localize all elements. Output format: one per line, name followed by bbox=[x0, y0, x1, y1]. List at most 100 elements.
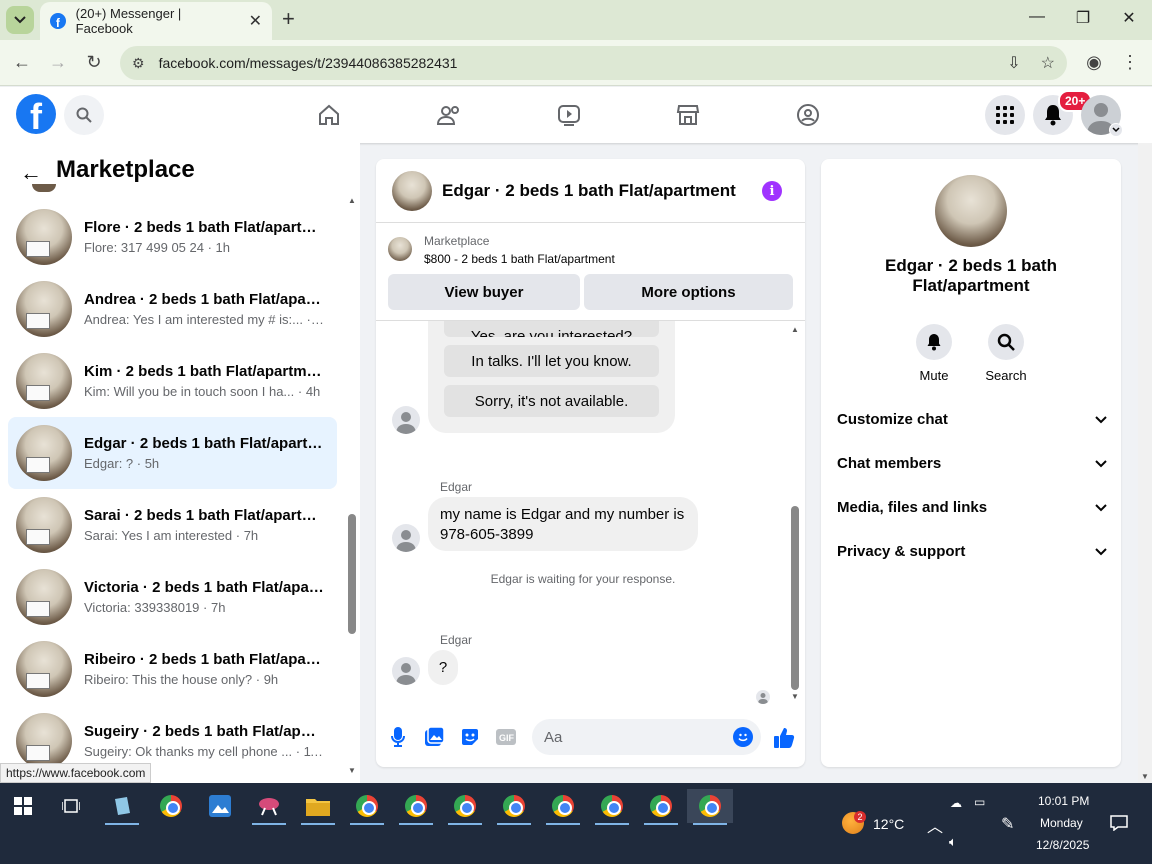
mute-button[interactable]: Mute bbox=[904, 324, 964, 383]
message-bubble[interactable]: ? bbox=[428, 650, 458, 685]
install-app-icon[interactable]: ⇩ bbox=[1007, 53, 1020, 73]
pen-icon[interactable]: ✎ bbox=[1001, 814, 1014, 834]
chat-scroll-thumb[interactable] bbox=[791, 506, 799, 690]
listing-thumbnail bbox=[388, 237, 412, 261]
voice-clip-button[interactable] bbox=[387, 726, 409, 748]
taskbar-app-file-explorer[interactable] bbox=[295, 789, 341, 825]
status-url: https://www.facebook.com bbox=[0, 763, 152, 783]
site-info-icon[interactable]: ⚙ bbox=[132, 55, 145, 72]
maximize-button[interactable]: ❐ bbox=[1068, 8, 1098, 28]
show-hidden-icons-chevron-icon[interactable]: ︿ bbox=[927, 813, 943, 837]
chat-scroll-up-icon[interactable]: ▲ bbox=[791, 325, 799, 334]
sidebar-scroll-thumb[interactable] bbox=[348, 514, 356, 634]
sender-avatar bbox=[392, 657, 420, 685]
new-tab-button[interactable]: + bbox=[282, 8, 295, 30]
close-window-button[interactable]: ✕ bbox=[1114, 8, 1144, 28]
sidebar-scrollbar[interactable]: ▲ ▼ bbox=[346, 196, 358, 776]
thread-item[interactable]: Victoria · 2 beds 1 bath Flat/apartment V… bbox=[8, 561, 337, 633]
taskbar-chrome-profile-7[interactable] bbox=[638, 789, 684, 825]
account-chevron-icon[interactable] bbox=[1109, 123, 1123, 137]
privacy-support-section[interactable]: Privacy & support bbox=[837, 543, 1107, 560]
notification-center-icon[interactable] bbox=[1110, 815, 1128, 836]
temperature[interactable]: 12°C bbox=[873, 816, 904, 832]
onedrive-icon[interactable]: ☁ bbox=[950, 796, 962, 810]
thread-item[interactable]: Edgar · 2 beds 1 bath Flat/apartment Edga… bbox=[8, 417, 337, 489]
marketplace-tab[interactable] bbox=[673, 100, 703, 130]
sticker-button[interactable] bbox=[459, 726, 481, 748]
profile-icon[interactable]: ◉ bbox=[1082, 52, 1106, 73]
media-files-links-section[interactable]: Media, files and links bbox=[837, 499, 1107, 516]
taskbar-chrome-profile-5[interactable] bbox=[540, 789, 586, 825]
taskbar-app-photos[interactable] bbox=[197, 789, 243, 823]
taskbar-chrome-profile-2[interactable] bbox=[393, 789, 439, 825]
quick-reply-in-talks[interactable]: In talks. I'll let you know. bbox=[444, 345, 659, 377]
quick-reply-not-available[interactable]: Sorry, it's not available. bbox=[444, 385, 659, 417]
thread-preview: Andrea: Yes I am interested my # is:... … bbox=[84, 312, 324, 327]
taskbar-chrome-profile-6[interactable] bbox=[589, 789, 635, 825]
taskbar-app-chrome[interactable] bbox=[148, 789, 194, 823]
browser-tab[interactable]: f (20+) Messenger | Facebook ✕ bbox=[40, 2, 272, 40]
back-arrow-icon[interactable]: ← bbox=[10, 52, 34, 73]
menu-button[interactable] bbox=[985, 95, 1025, 135]
image-icon bbox=[425, 727, 444, 746]
tab-search-button[interactable] bbox=[6, 6, 34, 34]
message-input[interactable]: Aa bbox=[532, 719, 761, 755]
chat-header[interactable]: Edgar · 2 beds 1 bath Flat/apartment bbox=[376, 159, 805, 223]
page-scrollbar[interactable]: ▼ bbox=[1138, 143, 1152, 783]
minimize-button[interactable]: — bbox=[1022, 8, 1052, 26]
listing-price[interactable]: $800 - 2 beds 1 bath Flat/apartment bbox=[424, 252, 615, 266]
gif-button[interactable]: GIF bbox=[495, 726, 517, 748]
taskbar-app-snipping[interactable] bbox=[246, 789, 292, 825]
chevron-down-icon bbox=[1095, 459, 1107, 467]
browser-menu-icon[interactable]: ⋮ bbox=[1118, 52, 1142, 73]
customize-chat-section[interactable]: Customize chat bbox=[837, 411, 1107, 428]
default-avatar-icon bbox=[396, 663, 416, 685]
quick-reply-interested[interactable]: Yes, are you interested? bbox=[444, 321, 659, 337]
friends-tab[interactable] bbox=[434, 100, 464, 130]
chat-avatar[interactable] bbox=[392, 170, 432, 211]
info-icon[interactable]: i bbox=[762, 181, 782, 201]
home-tab[interactable] bbox=[314, 100, 344, 130]
like-button[interactable] bbox=[772, 726, 796, 750]
view-buyer-button[interactable]: View buyer bbox=[388, 274, 580, 310]
thread-item[interactable]: Kim · 2 beds 1 bath Flat/apartment Kim: W… bbox=[8, 345, 337, 417]
taskbar-chrome-active[interactable] bbox=[687, 789, 733, 825]
default-avatar-icon bbox=[758, 693, 768, 704]
details-avatar[interactable] bbox=[935, 175, 1007, 247]
chat-title[interactable]: Edgar · 2 beds 1 bath Flat/apartment bbox=[442, 181, 736, 201]
thread-preview: Sugeiry: Ok thanks my cell phone ... · 1… bbox=[84, 744, 324, 759]
message-bubble[interactable]: my name is Edgar and my number is 978-60… bbox=[428, 497, 698, 551]
thread-item[interactable]: Andrea · 2 beds 1 bath Flat/apartment And… bbox=[8, 273, 337, 345]
clock-day[interactable]: Monday bbox=[1040, 816, 1083, 830]
bookmark-star-icon[interactable]: ☆ bbox=[1041, 53, 1055, 73]
chat-members-section[interactable]: Chat members bbox=[837, 455, 1107, 472]
taskbar-chrome-profile-4[interactable] bbox=[491, 789, 537, 825]
volume-icon[interactable]: 🔈︎ bbox=[949, 834, 957, 850]
network-icon[interactable]: ▭ bbox=[974, 795, 985, 809]
search-conversation-button[interactable]: Search bbox=[976, 324, 1036, 383]
thread-item[interactable]: Sarai · 2 beds 1 bath Flat/apartment Sara… bbox=[8, 489, 337, 561]
reload-icon[interactable]: ↻ bbox=[82, 52, 106, 73]
emoji-icon[interactable] bbox=[733, 727, 753, 747]
clock-time[interactable]: 10:01 PM bbox=[1038, 794, 1089, 808]
address-bar[interactable]: ⚙ facebook.com/messages/t/23944086385282… bbox=[120, 46, 1067, 80]
facebook-logo[interactable]: f bbox=[16, 94, 56, 134]
more-options-button[interactable]: More options bbox=[584, 274, 793, 310]
windows-logo-icon bbox=[14, 797, 32, 815]
video-tab[interactable] bbox=[554, 100, 584, 130]
chat-scroll-down-icon[interactable]: ▼ bbox=[791, 692, 799, 701]
thread-item[interactable]: Flore · 2 beds 1 bath Flat/apartment Flor… bbox=[8, 201, 337, 273]
back-arrow-icon[interactable]: ← bbox=[20, 160, 42, 186]
thread-item[interactable]: Ribeiro · 2 beds 1 bath Flat/apartment Ri… bbox=[8, 633, 337, 705]
task-view-button[interactable] bbox=[48, 789, 94, 823]
taskbar-app-notes[interactable] bbox=[99, 789, 145, 825]
forward-arrow-icon[interactable]: → bbox=[46, 52, 70, 73]
groups-tab[interactable] bbox=[793, 100, 823, 130]
taskbar-chrome-profile-1[interactable] bbox=[344, 789, 390, 825]
search-button[interactable] bbox=[64, 95, 104, 135]
start-button[interactable] bbox=[0, 789, 46, 823]
close-tab-icon[interactable]: ✕ bbox=[249, 11, 262, 31]
taskbar-chrome-profile-3[interactable] bbox=[442, 789, 488, 825]
clock-date[interactable]: 12/8/2025 bbox=[1036, 838, 1089, 852]
attach-media-button[interactable] bbox=[423, 726, 445, 748]
